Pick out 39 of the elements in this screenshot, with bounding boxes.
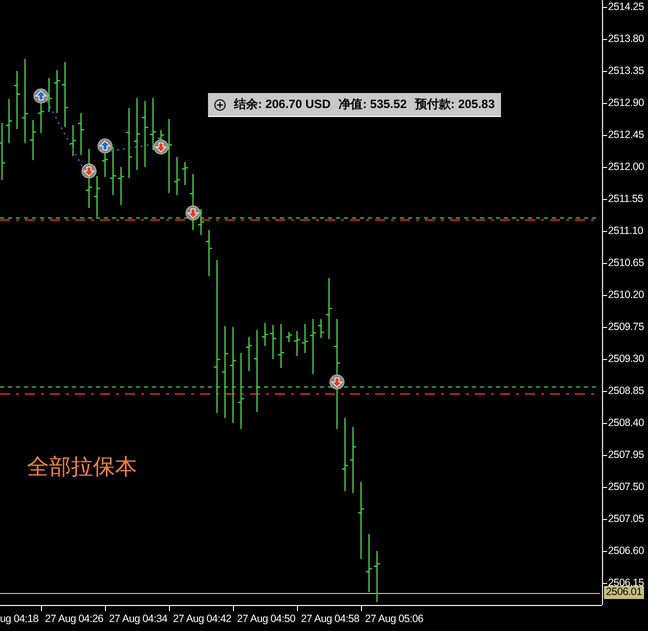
price-label: 2506.60 <box>603 544 644 558</box>
price-label: 2507.05 <box>603 512 644 526</box>
buy-arrow-icon <box>98 138 112 154</box>
price-label: 2511.55 <box>603 192 644 206</box>
account-info-text: 结余: 206.70 USD <box>234 96 331 113</box>
time-label: 27 Aug 04:58 <box>301 613 360 625</box>
time-label: 27 Aug 04:42 <box>173 613 232 625</box>
price-label: 2508.85 <box>603 384 644 398</box>
price-label: 2512.00 <box>603 160 644 174</box>
expand-icon[interactable] <box>214 98 226 110</box>
trade-connector-line <box>46 100 84 168</box>
trade-connector-line <box>110 143 156 152</box>
buy-arrow-icon <box>34 88 48 104</box>
price-label: 2512.90 <box>603 96 644 110</box>
sell-arrow-icon <box>330 374 344 390</box>
account-info-text: 净值: 535.52 <box>338 96 407 113</box>
time-label: ug 04:18 <box>0 613 38 625</box>
sell-arrow-icon <box>154 140 168 154</box>
sell-arrow-icon <box>186 206 200 220</box>
price-label: 2513.80 <box>603 32 644 46</box>
price-label: 2509.75 <box>603 320 644 334</box>
price-label: 2512.45 <box>603 128 644 142</box>
time-label: 27 Aug 04:34 <box>109 613 168 625</box>
sell-arrow-icon <box>82 164 96 178</box>
price-label: 2510.20 <box>603 288 644 302</box>
time-label: 27 Aug 04:50 <box>237 613 296 625</box>
annotation-text: 全部拉保本 <box>27 454 137 482</box>
price-label: 2507.95 <box>603 448 644 462</box>
time-label: 27 Aug 04:26 <box>45 613 104 625</box>
price-label: 2508.40 <box>603 416 644 430</box>
price-label: 2509.30 <box>603 352 644 366</box>
current-price-tag: 2506.01 <box>604 586 644 599</box>
time-label: 27 Aug 05:06 <box>365 613 424 625</box>
account-info-text: 预付款: 205.83 <box>414 96 495 113</box>
price-label: 2514.25 <box>603 0 644 14</box>
price-label: 2511.10 <box>603 224 644 238</box>
price-label: 2510.65 <box>603 256 644 270</box>
price-label: 2513.35 <box>603 64 644 78</box>
price-label: 2507.50 <box>603 480 644 494</box>
